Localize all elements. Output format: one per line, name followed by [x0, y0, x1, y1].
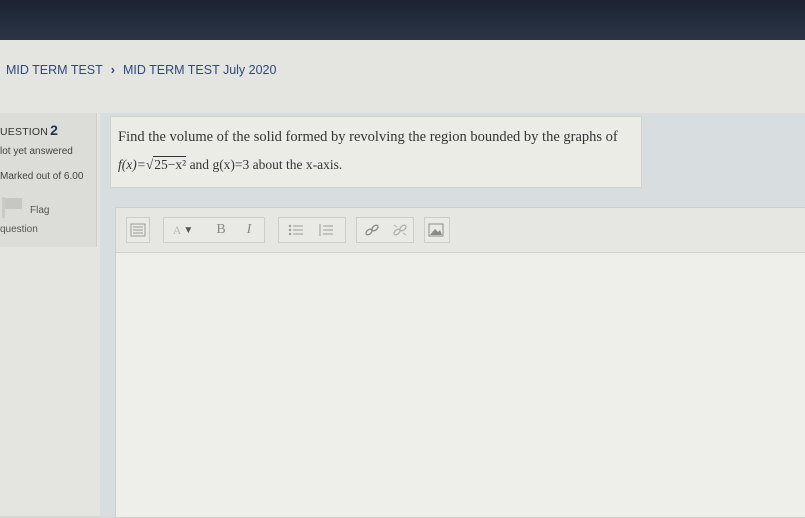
link-icon: [365, 224, 379, 236]
and-text: and: [186, 157, 213, 172]
insert-image-button[interactable]: [425, 219, 447, 241]
sqrt-content: 25−x²: [153, 156, 187, 172]
numbered-list-icon: [319, 224, 333, 236]
toolbar-group-1: [126, 217, 150, 243]
link-button[interactable]: [361, 219, 383, 241]
show-more-buttons-button[interactable]: [127, 219, 149, 241]
toolbar-group-5: [424, 217, 450, 243]
unlink-button[interactable]: [389, 219, 411, 241]
answer-text-area[interactable]: [116, 253, 805, 517]
question-text: Find the volume of the solid formed by r…: [118, 129, 618, 145]
question-label: UESTION: [0, 126, 49, 138]
question-text-box: Find the volume of the solid formed by r…: [110, 116, 642, 188]
chevron-down-icon: ▼: [183, 224, 194, 236]
breadcrumb-mid-term-test-july-2020[interactable]: MID TERM TEST July 2020: [123, 63, 277, 77]
editor-toolbar: A ▼ B I: [116, 208, 805, 253]
f-expression: f(x)=: [118, 157, 146, 172]
flag-label: Flag: [30, 205, 50, 216]
flag-question-button[interactable]: Flag question: [0, 195, 96, 235]
breadcrumb-mid-term-test[interactable]: MID TERM TEST: [0, 63, 103, 77]
image-icon: [428, 223, 444, 237]
italic-button[interactable]: I: [238, 219, 260, 241]
toolbar-toggle-icon: [130, 223, 146, 237]
flag-label-question: question: [0, 224, 38, 235]
toolbar-group-4: [356, 217, 414, 243]
question-formula: f(x)=√25−x² and g(x)=3 about the x-axis.: [118, 156, 343, 173]
bold-button[interactable]: B: [210, 219, 232, 241]
about-text: about the x-axis.: [249, 157, 343, 172]
font-color-button[interactable]: A ▼: [164, 219, 202, 241]
question-grade: Marked out of 6.00: [0, 171, 84, 182]
question-info-panel: UESTION 2 lot yet answered Marked out of …: [0, 113, 97, 247]
browser-top-bar: [0, 0, 805, 40]
unlink-icon: [393, 224, 407, 236]
breadcrumb-separator: ›: [110, 63, 115, 77]
flag-icon: [2, 197, 22, 218]
bullet-list-icon: [288, 224, 303, 236]
toolbar-group-3: [278, 217, 346, 243]
question-number: UESTION 2: [0, 122, 58, 138]
question-number-value: 2: [50, 122, 59, 138]
unordered-list-button[interactable]: [285, 219, 307, 241]
question-state: lot yet answered: [0, 146, 73, 157]
answer-editor: A ▼ B I: [115, 207, 805, 518]
breadcrumb: MID TERM TEST › MID TERM TEST July 2020: [0, 52, 805, 88]
toolbar-group-2: A ▼ B I: [163, 217, 265, 243]
ordered-list-button[interactable]: [315, 219, 337, 241]
g-expression: g(x)=3: [212, 157, 250, 172]
font-color-icon: A: [172, 222, 182, 237]
